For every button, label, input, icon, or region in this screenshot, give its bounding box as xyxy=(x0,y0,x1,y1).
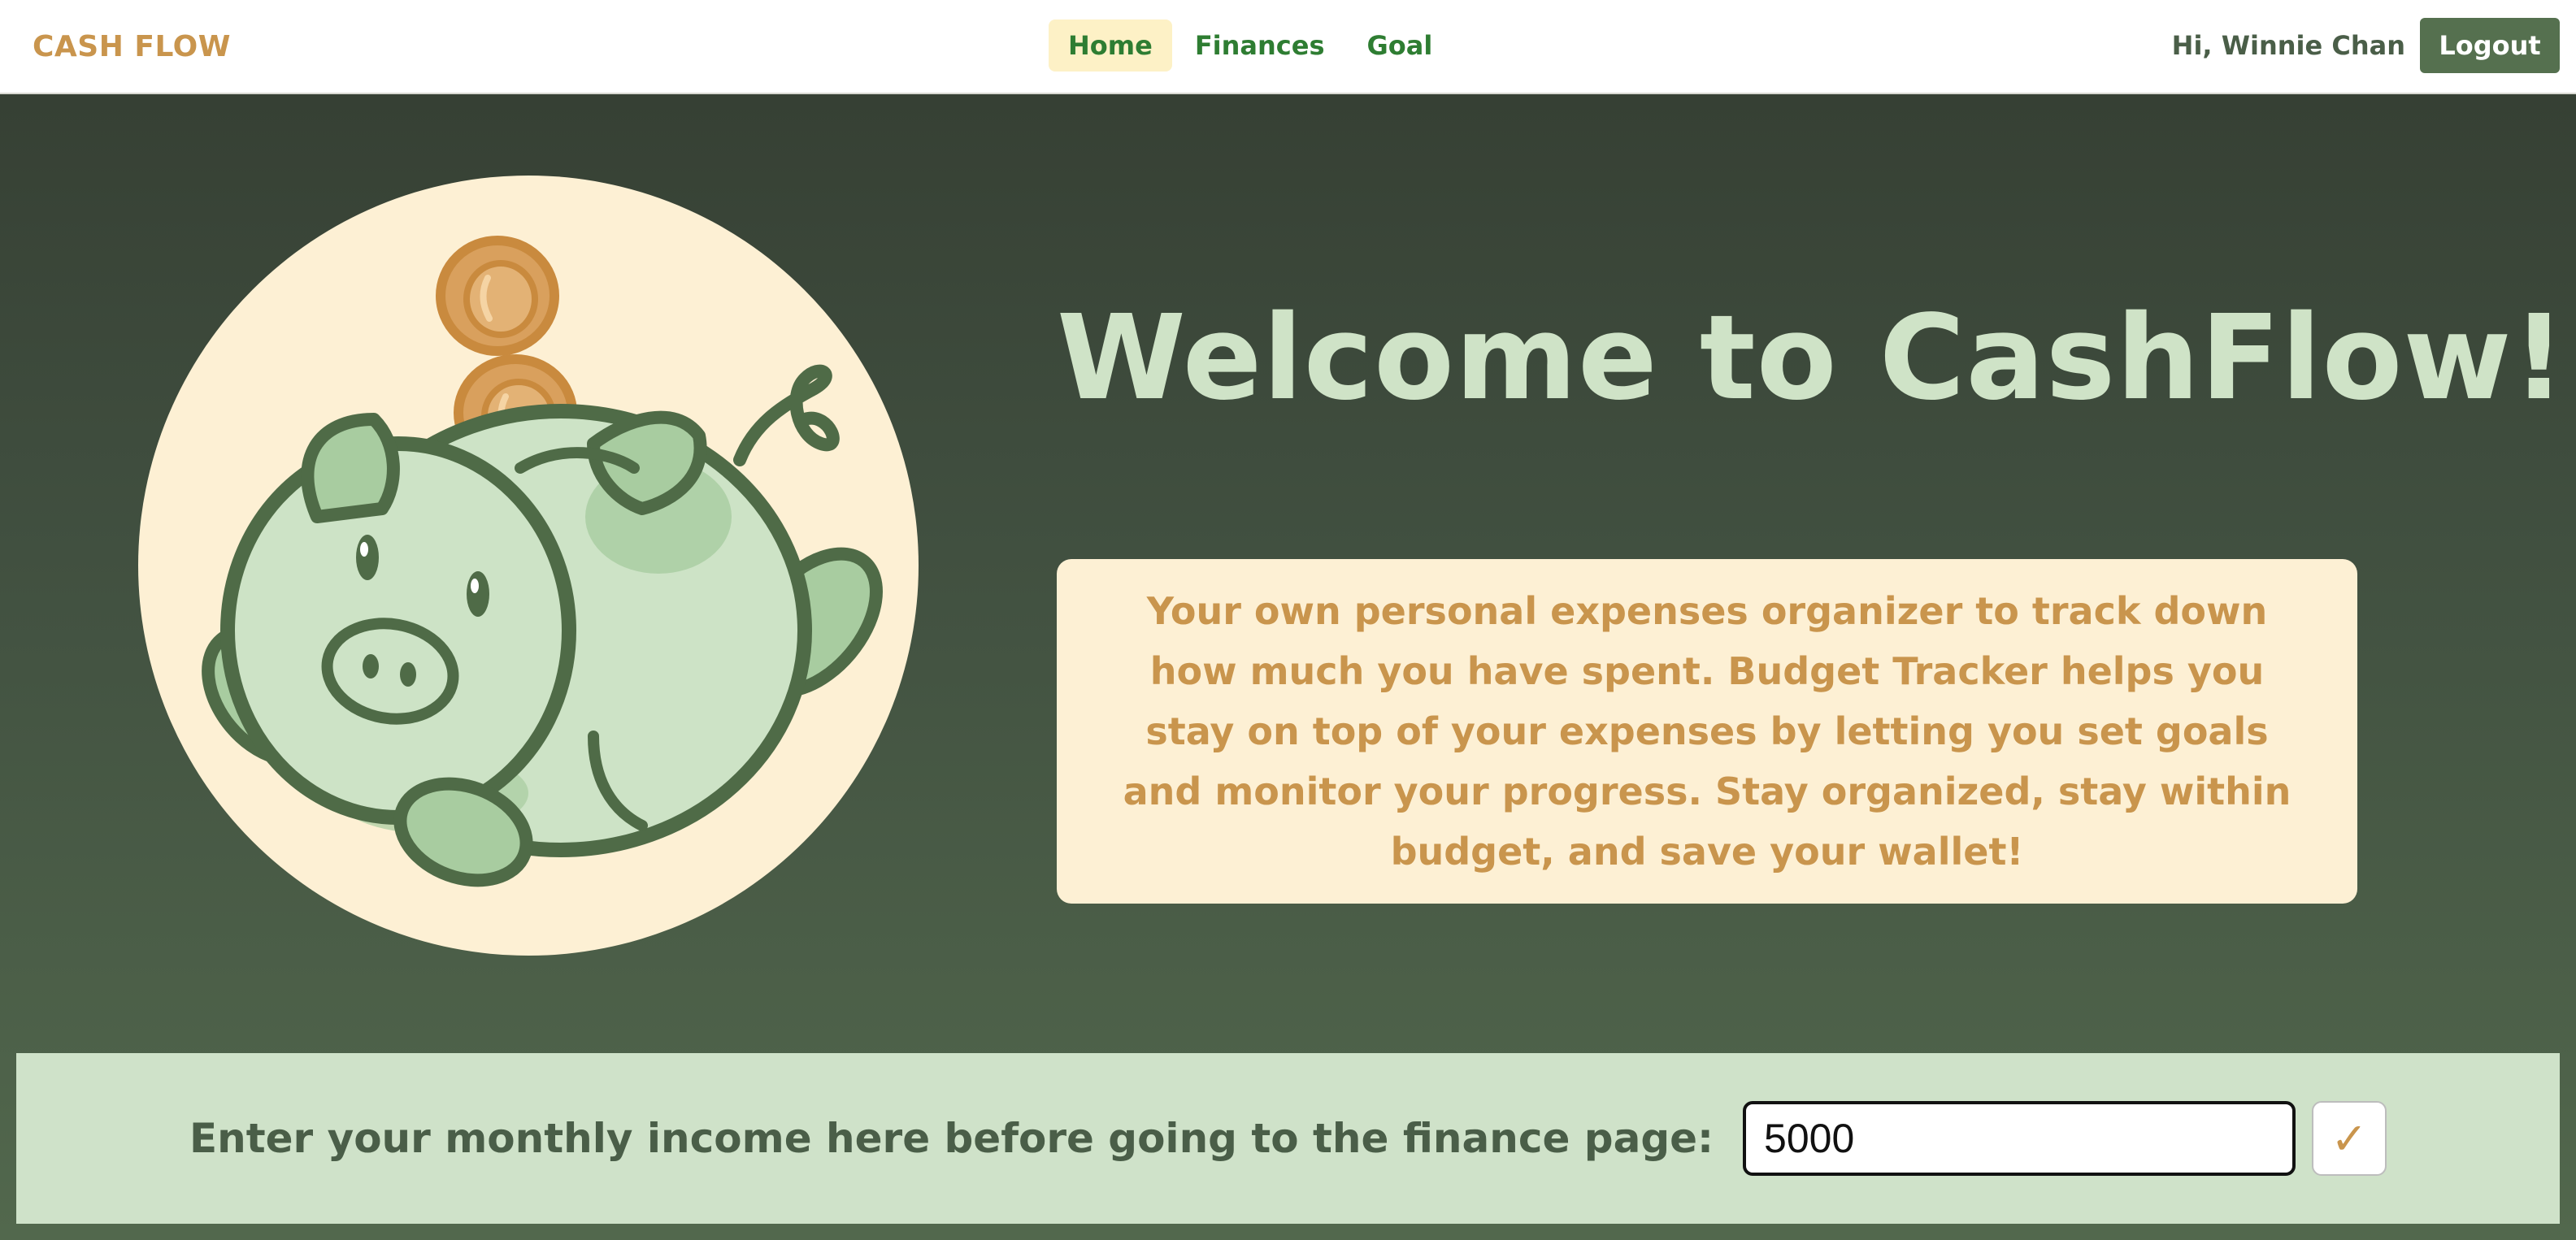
checkmark-icon: ✓ xyxy=(2331,1112,2368,1164)
brand-logo[interactable]: CASH FLOW xyxy=(33,0,231,94)
coin-icon xyxy=(436,236,559,356)
monthly-income-input[interactable] xyxy=(1743,1101,2296,1176)
nav-link-finances[interactable]: Finances xyxy=(1175,20,1344,72)
main-nav: Home Finances Goal xyxy=(1049,20,1452,72)
page-title: Welcome to CashFlow! xyxy=(1057,289,2567,426)
nav-link-home[interactable]: Home xyxy=(1049,20,1172,72)
description-card: Your own personal expenses organizer to … xyxy=(1057,559,2357,904)
piggy-bank-illustration xyxy=(138,176,919,956)
nav-link-goal[interactable]: Goal xyxy=(1348,20,1453,72)
user-greeting: Hi, Winnie Chan xyxy=(2171,30,2405,61)
piggy-bank-icon xyxy=(202,236,883,887)
income-label: Enter your monthly income here before go… xyxy=(189,1115,1714,1162)
logout-button[interactable]: Logout xyxy=(2420,18,2560,73)
income-entry-bar: Enter your monthly income here before go… xyxy=(16,1053,2560,1224)
description-text: Your own personal expenses organizer to … xyxy=(1123,589,2291,874)
top-navbar: CASH FLOW Home Finances Goal Hi, Winnie … xyxy=(0,0,2576,94)
submit-income-button[interactable]: ✓ xyxy=(2312,1101,2387,1176)
